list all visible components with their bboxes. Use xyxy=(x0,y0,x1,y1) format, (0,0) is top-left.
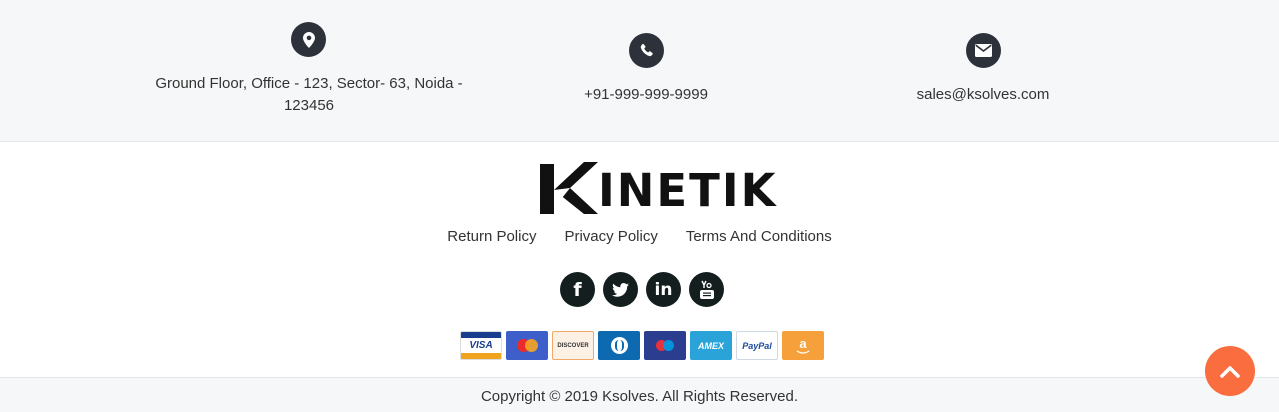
email-text[interactable]: sales@ksolves.com xyxy=(828,84,1138,106)
social-links: f in xyxy=(560,272,724,307)
copyright-bar: Copyright © 2019 Ksolves. All Rights Res… xyxy=(0,377,1279,412)
twitter-icon xyxy=(612,282,629,297)
linkedin-icon: in xyxy=(654,279,673,300)
discover-label: DISCOVER xyxy=(557,342,589,349)
payment-methods: VISA DISCOVER AMEX PayPal a xyxy=(460,331,824,360)
mastercard-icon xyxy=(506,331,548,360)
logo-k-mark xyxy=(540,162,598,214)
amex-label: AMEX xyxy=(697,340,724,351)
youtube-button[interactable] xyxy=(689,272,724,307)
phone-text[interactable]: +91-999-999-9999 xyxy=(491,84,801,106)
paypal-label: PayPal xyxy=(742,340,772,351)
logo-word: INETIK xyxy=(598,164,778,217)
phone-icon xyxy=(629,33,664,68)
address-text: Ground Floor, Office - 123, Sector- 63, … xyxy=(155,75,463,114)
contact-strip: Ground Floor, Office - 123, Sector- 63, … xyxy=(0,0,1279,142)
scroll-to-top-button[interactable] xyxy=(1205,346,1255,396)
kinetik-logo[interactable]: INETIK xyxy=(540,162,775,214)
linkedin-button[interactable]: in xyxy=(646,272,681,307)
facebook-icon: f xyxy=(573,278,582,301)
envelope-icon xyxy=(966,33,1001,68)
maestro-icon xyxy=(644,331,686,360)
terms-link[interactable]: Terms And Conditions xyxy=(686,227,832,247)
visa-card-icon: VISA xyxy=(460,331,502,360)
amex-card-icon: AMEX xyxy=(690,331,732,360)
amazon-label: a xyxy=(799,335,807,351)
privacy-policy-link[interactable]: Privacy Policy xyxy=(564,227,657,247)
facebook-button[interactable]: f xyxy=(560,272,595,307)
chevron-up-icon xyxy=(1220,365,1240,378)
paypal-icon: PayPal xyxy=(736,331,778,360)
return-policy-link[interactable]: Return Policy xyxy=(447,227,536,247)
map-marker-icon xyxy=(291,22,326,57)
diners-club-icon xyxy=(598,331,640,360)
visa-label: VISA xyxy=(469,340,493,351)
amazon-smile-icon xyxy=(796,349,810,354)
amazon-pay-icon: a xyxy=(782,331,824,360)
copyright-text: Copyright © 2019 Ksolves. All Rights Res… xyxy=(480,388,799,405)
twitter-button[interactable] xyxy=(603,272,638,307)
youtube-icon xyxy=(699,280,714,299)
discover-card-icon: DISCOVER xyxy=(552,331,594,360)
policy-links: Return Policy Privacy Policy Terms And C… xyxy=(0,227,1279,247)
